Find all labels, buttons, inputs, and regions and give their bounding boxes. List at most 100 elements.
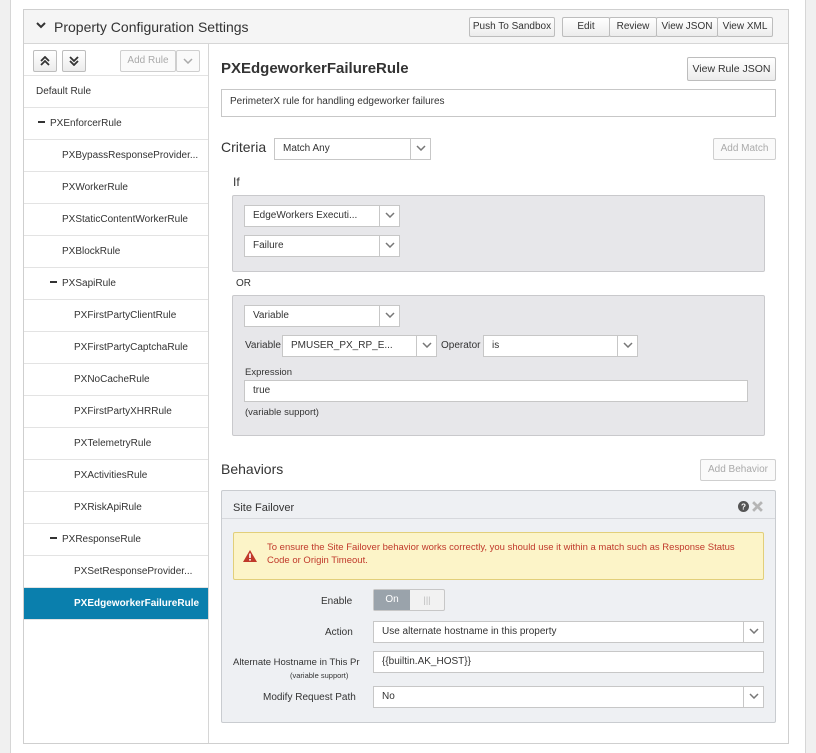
sidebar-toolbar: Add Rule — [24, 44, 208, 76]
collapse-minus-icon[interactable] — [50, 281, 57, 284]
sidebar-rule-label: PXBypassResponseProvider... — [62, 150, 199, 161]
sidebar-rule-label: PXFirstPartyCaptchaRule — [74, 342, 188, 353]
add-match-button[interactable]: Add Match — [713, 138, 776, 160]
enable-toggle[interactable]: On ||| — [373, 589, 445, 611]
sidebar-rule-item[interactable]: PXNoCacheRule — [24, 364, 208, 396]
behaviors-heading: Behaviors — [221, 461, 284, 477]
add-rule-button[interactable]: Add Rule — [120, 50, 176, 72]
sidebar-rule-item[interactable]: PXFirstPartyXHRRule — [24, 396, 208, 428]
page-title: Property Configuration Settings — [54, 19, 249, 35]
condition2-type-select[interactable]: Variable — [244, 305, 400, 327]
sidebar-rule-item[interactable]: PXSetResponseProvider... — [24, 556, 208, 588]
site-failover-behavior: Site Failover ? To ensure the Site Failo… — [221, 490, 776, 723]
expression-variable-support: (variable support) — [245, 407, 319, 418]
condition1-type-select[interactable]: EdgeWorkers Executi... — [244, 205, 400, 227]
rule-name: PXEdgeworkerFailureRule — [221, 60, 409, 77]
sidebar-rule-label: PXStaticContentWorkerRule — [62, 214, 188, 225]
chevron-down-icon — [623, 342, 633, 348]
add-rule-dropdown[interactable] — [176, 50, 200, 72]
sidebar-rule-label: PXSetResponseProvider... — [74, 566, 193, 577]
condition1-value-select[interactable]: Failure — [244, 235, 400, 257]
action-label: Action — [325, 627, 353, 638]
property-config-panel: Property Configuration Settings Push To … — [23, 9, 789, 744]
view-xml-button[interactable]: View XML — [717, 17, 773, 37]
expression-label: Expression — [245, 367, 292, 378]
view-json-button[interactable]: View JSON — [656, 17, 718, 37]
sidebar-rule-label: Default Rule — [36, 86, 92, 97]
criteria-heading: Criteria — [221, 139, 267, 155]
modify-path-label: Modify Request Path — [263, 692, 356, 703]
help-icon[interactable]: ? — [738, 501, 749, 512]
warning-icon — [243, 550, 257, 562]
sidebar-rule-item[interactable]: PXFirstPartyCaptchaRule — [24, 332, 208, 364]
condition-box-1: EdgeWorkers Executi... Failure — [232, 195, 765, 272]
sidebar-rule-label: PXEdgeworkerFailureRule — [74, 598, 200, 609]
push-to-sandbox-button[interactable]: Push To Sandbox — [469, 17, 555, 37]
sidebar-rule-item[interactable]: PXWorkerRule — [24, 172, 208, 204]
sidebar-rule-label: PXRiskApiRule — [74, 502, 142, 513]
sidebar-rule-item[interactable]: PXResponseRule — [24, 524, 208, 556]
chevron-down-icon — [749, 628, 759, 634]
chevron-down-icon[interactable] — [36, 20, 46, 30]
add-behavior-button[interactable]: Add Behavior — [700, 459, 776, 481]
condition-box-2: Variable Variable PMUSER_PX_RP_E... Oper… — [232, 295, 765, 436]
behavior-header: Site Failover ? — [222, 491, 775, 519]
sidebar-rule-label: PXNoCacheRule — [74, 374, 150, 385]
sidebar-rule-label: PXWorkerRule — [62, 182, 128, 193]
expand-all-button[interactable] — [62, 50, 86, 72]
sidebar-rule-label: PXFirstPartyXHRRule — [74, 406, 172, 417]
edit-button[interactable]: Edit — [562, 17, 610, 37]
sidebar-rule-item[interactable]: PXSapiRule — [24, 268, 208, 300]
match-mode-select[interactable]: Match Any — [274, 138, 431, 160]
alt-hostname-input[interactable]: {{builtin.AK_HOST}} — [373, 651, 764, 673]
chevron-down-icon — [385, 242, 395, 248]
review-button[interactable]: Review — [609, 17, 657, 37]
operator-select[interactable]: is — [483, 335, 638, 357]
sidebar-rule-item[interactable]: PXEnforcerRule — [24, 108, 208, 140]
variable-select[interactable]: PMUSER_PX_RP_E... — [282, 335, 437, 357]
action-select[interactable]: Use alternate hostname in this property — [373, 621, 764, 643]
modify-path-select[interactable]: No — [373, 686, 764, 708]
sidebar-rule-label: PXBlockRule — [62, 246, 121, 257]
collapse-all-button[interactable] — [33, 50, 57, 72]
sidebar-rule-label: PXFirstPartyClientRule — [74, 310, 177, 321]
chevron-down-icon — [183, 58, 193, 64]
collapse-minus-icon[interactable] — [50, 537, 57, 540]
warning-box: To ensure the Site Failover behavior wor… — [233, 532, 764, 580]
condition1-value: Failure — [253, 240, 284, 251]
expression-input[interactable]: true — [244, 380, 748, 402]
sidebar-rule-item[interactable]: PXFirstPartyClientRule — [24, 300, 208, 332]
sidebar-rule-item[interactable]: Default Rule — [24, 76, 208, 108]
enable-label: Enable — [321, 596, 353, 607]
action-value: Use alternate hostname in this property — [382, 626, 557, 637]
double-chevron-up-icon — [40, 56, 50, 66]
toggle-on: On — [374, 590, 410, 610]
if-label: If — [233, 175, 240, 189]
header-bar: Property Configuration Settings Push To … — [24, 10, 788, 44]
sidebar-rule-item[interactable]: PXStaticContentWorkerRule — [24, 204, 208, 236]
alt-hostname-label: Alternate Hostname in This Pr — [233, 657, 360, 668]
rule-comment-field[interactable]: PerimeterX rule for handling edgeworker … — [221, 89, 776, 117]
sidebar-rule-item[interactable]: PXBypassResponseProvider... — [24, 140, 208, 172]
sidebar-rule-label: PXTelemetryRule — [74, 438, 152, 449]
chevron-down-icon — [749, 693, 759, 699]
sidebar-rule-item[interactable]: PXBlockRule — [24, 236, 208, 268]
chevron-down-icon — [385, 212, 395, 218]
collapse-minus-icon[interactable] — [38, 121, 45, 124]
chevron-down-icon — [385, 312, 395, 318]
close-icon[interactable] — [752, 501, 763, 512]
condition1-type-value: EdgeWorkers Executi... — [253, 210, 358, 221]
behavior-title: Site Failover — [233, 502, 295, 514]
variable-label: Variable — [245, 340, 281, 351]
condition2-type-value: Variable — [253, 310, 289, 321]
sidebar-rule-item[interactable]: PXEdgeworkerFailureRule — [24, 588, 208, 620]
sidebar-rule-item[interactable]: PXActivitiesRule — [24, 460, 208, 492]
view-rule-json-button[interactable]: View Rule JSON — [687, 57, 776, 81]
sidebar-rule-label: PXEnforcerRule — [50, 118, 122, 129]
sidebar-rule-label: PXSapiRule — [62, 278, 116, 289]
sidebar-rule-item[interactable]: PXRiskApiRule — [24, 492, 208, 524]
sidebar-rule-item[interactable]: PXTelemetryRule — [24, 428, 208, 460]
operator-label: Operator — [441, 340, 481, 351]
alt-hostname-variable-support: (variable support) — [290, 671, 349, 680]
rule-tree-sidebar: Add Rule Default Rule PXEnforcerRule PXByp… — [24, 44, 209, 743]
